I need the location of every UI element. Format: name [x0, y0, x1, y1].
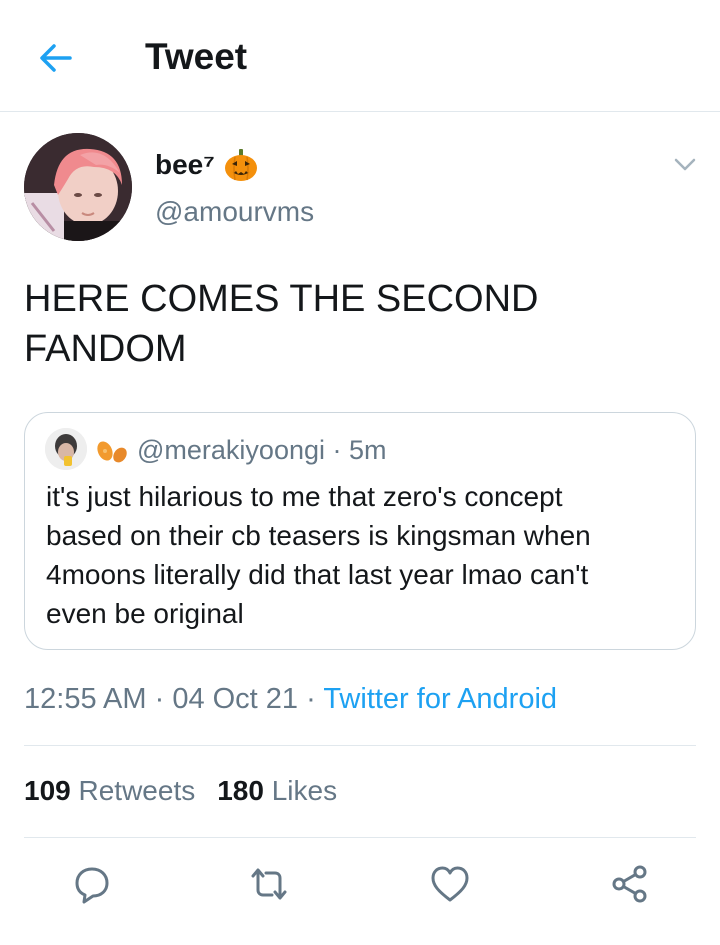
author-name[interactable]: bee⁷ [155, 149, 215, 181]
tweet-meta: 12:55 AM · 04 Oct 21 · Twitter for Andro… [24, 683, 557, 716]
tweet-stats: 109 Retweets 180 Likes [24, 775, 337, 807]
quoted-tweet[interactable]: @merakiyoongi · 5m it's just hilarious t… [24, 412, 696, 650]
page-title: Tweet [145, 36, 248, 77]
author-handle[interactable]: @amourvms [155, 196, 314, 228]
quoted-avatar [45, 428, 87, 470]
tweet-text: HERE COMES THE SECOND FANDOM [24, 278, 539, 370]
tweet-date: 04 Oct 21 [172, 683, 299, 715]
reply-icon[interactable] [70, 862, 114, 906]
share-icon[interactable] [608, 862, 652, 906]
top-bar: Tweet [0, 0, 720, 112]
jack-o-lantern-icon [224, 149, 257, 181]
retweets-count: 109 [24, 775, 71, 806]
quoted-handle[interactable]: @merakiyoongi [137, 435, 325, 465]
retweet-icon[interactable] [247, 862, 291, 906]
tweet-source-link[interactable]: Twitter for Android [323, 683, 557, 715]
chevron-down-icon[interactable] [668, 148, 702, 182]
quoted-author-line: @merakiyoongi · 5m [137, 435, 387, 466]
divider [24, 837, 696, 838]
quoted-text: it's just hilarious to me that zero's co… [46, 481, 591, 629]
sweet-potato-icon [97, 441, 127, 463]
avatar[interactable] [24, 133, 132, 241]
quoted-time: 5m [349, 435, 387, 465]
likes-label: Likes [271, 775, 338, 806]
back-arrow-icon[interactable] [36, 38, 76, 78]
divider [24, 745, 696, 746]
retweets-label: Retweets [78, 775, 196, 806]
likes-stat[interactable]: 180 Likes [217, 775, 337, 806]
likes-count: 180 [217, 775, 264, 806]
retweets-stat[interactable]: 109 Retweets [24, 775, 195, 806]
meta-separator-1: · [146, 683, 173, 715]
meta-separator-2: · [298, 683, 324, 715]
quoted-separator: · [325, 435, 349, 465]
author-name-row[interactable]: bee⁷ [155, 147, 259, 183]
tweet-time: 12:55 AM [24, 683, 147, 715]
like-icon[interactable] [428, 862, 472, 906]
